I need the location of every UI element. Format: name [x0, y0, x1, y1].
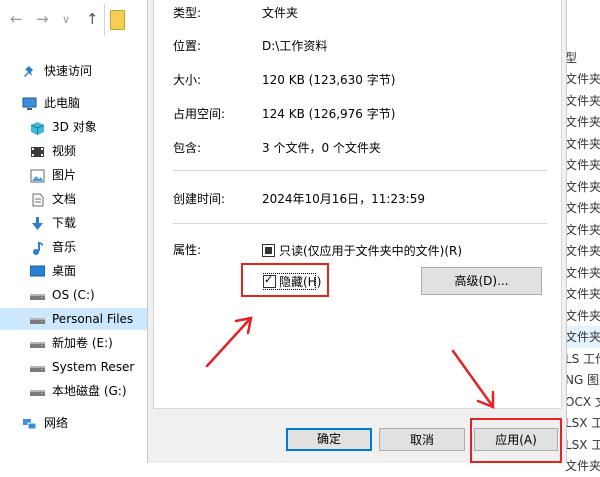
sidebar-item[interactable]: System Reser: [0, 356, 147, 378]
type-label: 类型:: [173, 6, 202, 20]
sidebar-item-label: 桌面: [52, 264, 77, 278]
size-value: 120 KB (123,630 字节): [262, 73, 396, 87]
file-row-type[interactable]: OCX 文: [565, 391, 600, 413]
file-row-type[interactable]: LS 工作: [565, 348, 600, 370]
sidebar-item[interactable]: 图片: [0, 164, 147, 186]
sidebar-item-label: 网络: [44, 416, 69, 430]
location-value: D:\工作资料: [262, 39, 328, 53]
explorer-nav-bar: ← → ∨ ↑: [0, 0, 147, 40]
file-row-type[interactable]: 文件夹: [565, 219, 600, 241]
size-label: 大小:: [173, 73, 202, 87]
desktop-icon: [29, 264, 46, 278]
properties-dialog: 类型: 文件夹 位置: D:\工作资料 大小: 120 KB (123,630 …: [147, 0, 567, 463]
readonly-checkbox-row[interactable]: 只读(仅应用于文件夹中的文件)(R): [262, 244, 472, 262]
up-arrow-icon[interactable]: ↑: [86, 10, 99, 28]
recent-chevron-icon[interactable]: ∨: [62, 13, 70, 26]
hidden-highlight-box: [241, 263, 329, 297]
download-icon: [30, 216, 45, 230]
sidebar-item-label: 快速访问: [44, 64, 93, 78]
document-icon: [30, 192, 45, 207]
disk-size-value: 124 KB (126,976 字节): [262, 107, 396, 121]
file-row-type[interactable]: 文件夹: [565, 154, 600, 176]
navigation-pane: 快速访问此电脑 3D 对象视频图片文档下载音乐桌面 OS (C:) Personal …: [0, 48, 147, 463]
file-row-type[interactable]: NG 图片: [565, 369, 600, 391]
folder-icon: [110, 10, 125, 30]
cube-icon: [30, 120, 45, 135]
sidebar-item-label: Personal Files: [52, 312, 134, 326]
file-row-type[interactable]: 文件夹: [565, 90, 600, 112]
drive-icon: [30, 360, 45, 374]
sidebar-item-label: OS (C:): [52, 288, 95, 302]
back-arrow-icon[interactable]: ←: [10, 10, 23, 28]
sidebar-item[interactable]: 下载: [0, 212, 147, 234]
readonly-checkbox[interactable]: [262, 244, 275, 257]
general-tab-panel: 类型: 文件夹 位置: D:\工作资料 大小: 120 KB (123,630 …: [153, 0, 562, 409]
pin-icon: [22, 64, 37, 78]
sidebar-item[interactable]: 3D 对象: [0, 116, 147, 138]
sidebar-item[interactable]: 音乐: [0, 236, 147, 258]
sidebar-item-label: System Reser: [52, 360, 135, 374]
file-row-type[interactable]: 文件夹: [565, 240, 600, 262]
ok-button[interactable]: 确定: [286, 428, 372, 451]
sidebar-item-label: 下载: [52, 216, 77, 230]
computer-icon: [22, 96, 37, 110]
readonly-label: 只读(仅应用于文件夹中的文件)(R): [279, 244, 463, 258]
sidebar-item[interactable]: 网络: [0, 412, 147, 434]
sidebar-item-label: 本地磁盘 (G:): [52, 384, 127, 398]
network-icon: [22, 416, 37, 430]
sidebar-item-label: 图片: [52, 168, 77, 182]
apply-highlight-box: [470, 418, 562, 463]
contains-value: 3 个文件，0 个文件夹: [262, 141, 381, 155]
disk-size-label: 占用空间:: [173, 107, 226, 121]
sidebar-item-label: 音乐: [52, 240, 77, 254]
file-row-type[interactable]: 文件夹: [565, 283, 600, 305]
file-row-type[interactable]: 文件夹: [565, 305, 600, 327]
file-row-type[interactable]: LSX 工: [565, 412, 600, 434]
file-row-type[interactable]: 文件夹: [565, 197, 600, 219]
file-row-type[interactable]: 文件夹: [565, 262, 600, 284]
created-label: 创建时间:: [173, 192, 226, 206]
sidebar-item[interactable]: 此电脑: [0, 92, 147, 114]
sidebar-item[interactable]: 文档: [0, 188, 147, 210]
sidebar-item-label: 文档: [52, 192, 77, 206]
separator: [173, 170, 547, 171]
attributes-label: 属性:: [173, 243, 202, 257]
sidebar-item[interactable]: 桌面: [0, 260, 147, 282]
drive-icon: [30, 312, 45, 326]
nav-separator: [104, 4, 105, 36]
sidebar-item-label: 新加卷 (E:): [52, 336, 113, 350]
type-value: 文件夹: [262, 6, 299, 20]
location-label: 位置:: [173, 39, 202, 53]
separator: [173, 223, 547, 224]
created-value: 2024年10月16日，11:23:59: [262, 192, 425, 206]
advanced-button[interactable]: 高级(D)...: [421, 267, 542, 295]
sidebar-item[interactable]: 本地磁盘 (G:): [0, 380, 147, 402]
picture-icon: [30, 168, 45, 183]
music-icon: [30, 240, 45, 255]
sidebar-item[interactable]: 新加卷 (E:): [0, 332, 147, 354]
file-row-type[interactable]: LSX 工: [565, 434, 600, 456]
sidebar-item-label: 视频: [52, 144, 77, 158]
video-icon: [30, 144, 45, 158]
file-row-type[interactable]: 文件夹: [565, 455, 600, 477]
cancel-button[interactable]: 取消: [379, 428, 465, 451]
drive-icon: [30, 336, 45, 350]
drive-icon: [30, 384, 45, 398]
drive-icon: [30, 288, 45, 302]
sidebar-item-label: 此电脑: [44, 96, 81, 110]
sidebar-item[interactable]: Personal Files: [0, 308, 147, 330]
sidebar-item[interactable]: OS (C:): [0, 284, 147, 306]
file-row-type[interactable]: 文件夹: [565, 176, 600, 198]
file-row-type[interactable]: 文件夹: [565, 68, 600, 90]
type-column-header[interactable]: 型: [565, 47, 600, 69]
sidebar-item[interactable]: 视频: [0, 140, 147, 162]
sidebar-item-label: 3D 对象: [52, 120, 97, 134]
sidebar-item[interactable]: 快速访问: [0, 60, 147, 82]
file-row-type[interactable]: 文件夹: [565, 111, 600, 133]
file-row-type[interactable]: 文件夹: [565, 133, 600, 155]
contains-label: 包含:: [173, 141, 202, 155]
forward-arrow-icon[interactable]: →: [36, 10, 49, 28]
